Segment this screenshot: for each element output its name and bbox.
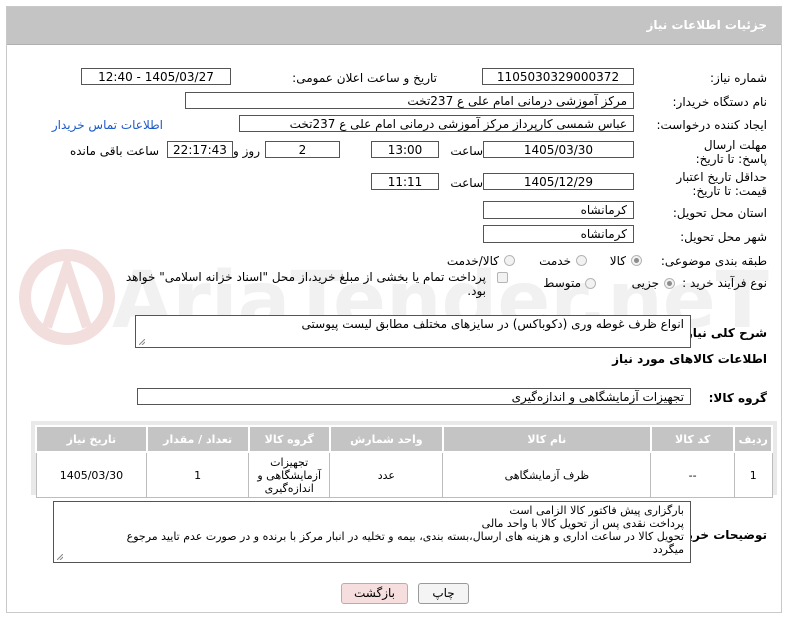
resize-grip-icon bbox=[139, 339, 145, 345]
announce-datetime-field: 1405/03/27 - 12:40 bbox=[81, 68, 231, 85]
category-option-service: خدمت bbox=[539, 254, 571, 268]
buyer-org-label: نام دستگاه خریدار: bbox=[672, 95, 768, 109]
reply-deadline-date-field: 1405/03/30 bbox=[483, 141, 634, 158]
reply-deadline-time-field: 13:00 bbox=[371, 141, 439, 158]
col-code: کد کالا bbox=[649, 425, 736, 453]
page: جزئیات اطلاعات نیاز AriaTender.neT شماره… bbox=[0, 0, 788, 619]
buyer-notes-line: میگردد bbox=[652, 543, 684, 556]
cell-unit: عدد bbox=[329, 451, 444, 498]
price-validity-time-field: 11:11 bbox=[371, 173, 439, 190]
cell-row: 1 bbox=[733, 451, 773, 498]
category-option-goods: کالا bbox=[609, 254, 626, 268]
buyer-notes-line: تحویل کالا در ساعت اداری و هزینه های ارس… bbox=[126, 530, 684, 543]
remaining-time-field: 22:17:43 bbox=[167, 141, 233, 158]
cell-name: ظرف آزمایشگاهی bbox=[442, 451, 652, 498]
print-button[interactable]: چاپ bbox=[418, 583, 469, 604]
price-validity-date-field: 1405/12/29 bbox=[483, 173, 634, 190]
resize-grip-icon bbox=[57, 554, 63, 560]
col-qty: تعداد / مقدار bbox=[145, 425, 250, 453]
summary-label: شرح کلی نیاز: bbox=[681, 326, 767, 340]
cell-group: تجهیزات آزمایشگاهی و اندازه‌گیری bbox=[248, 451, 331, 498]
treasury-payment-checkbox[interactable] bbox=[497, 272, 508, 283]
summary-text: انواع ظرف غوطه وری (دکوباکس) در سایزهای … bbox=[301, 317, 684, 331]
table-header-row: ردیف کد کالا نام کالا واحد شمارش گروه کا… bbox=[35, 425, 773, 453]
items-table: ردیف کد کالا نام کالا واحد شمارش گروه کا… bbox=[35, 425, 773, 498]
buyer-notes-textarea[interactable]: بارگزاری پیش فاکتور کالا الزامی است پردا… bbox=[53, 501, 691, 563]
col-group: گروه کالا bbox=[247, 425, 331, 453]
buyer-org-field: مرکز آموزشی درمانی امام علی ع 237تخت bbox=[185, 92, 634, 109]
category-radio-goods[interactable] bbox=[631, 255, 642, 266]
summary-textarea[interactable]: انواع ظرف غوطه وری (دکوباکس) در سایزهای … bbox=[135, 315, 691, 348]
goods-section-title: اطلاعات کالاهای مورد نیاز bbox=[612, 352, 767, 366]
category-label: طبقه بندی موضوعی: bbox=[660, 254, 767, 268]
category-radio-service[interactable] bbox=[576, 255, 587, 266]
col-name: نام کالا bbox=[441, 425, 652, 453]
cell-qty: 1 bbox=[146, 451, 250, 498]
table-row: 1 -- ظرف آزمایشگاهی عدد تجهیزات آزمایشگا… bbox=[35, 451, 773, 498]
announce-datetime-label: تاریخ و ساعت اعلان عمومی: bbox=[292, 71, 437, 85]
cell-date: 1405/03/30 bbox=[35, 451, 148, 498]
remaining-days-label: روز و bbox=[233, 144, 260, 158]
price-validity-time-label: ساعت bbox=[450, 176, 483, 190]
need-number-label: شماره نیاز: bbox=[710, 71, 767, 85]
price-validity-label: حداقل تاریخ اعتبار قیمت: تا تاریخ: bbox=[676, 170, 767, 198]
goods-group-field: تجهیزات آزمایشگاهی و اندازه‌گیری bbox=[137, 388, 691, 405]
need-number-field: 1105030329000372 bbox=[482, 68, 634, 85]
buyer-notes-line: پرداخت نقدی پس از تحویل کالا با واحد مال… bbox=[481, 517, 684, 530]
buyer-notes-line: بارگزاری پیش فاکتور کالا الزامی است bbox=[509, 504, 684, 517]
page-title: جزئیات اطلاعات نیاز bbox=[646, 18, 767, 32]
back-button[interactable]: بازگشت bbox=[341, 583, 408, 604]
category-radio-goods-service[interactable] bbox=[504, 255, 515, 266]
process-option-minor: جزیی bbox=[631, 276, 659, 290]
delivery-province-label: استان محل تحویل: bbox=[672, 206, 767, 220]
reply-deadline-label: مهلت ارسال پاسخ: تا تاریخ: bbox=[695, 138, 767, 166]
col-unit: واحد شمارش bbox=[328, 425, 444, 453]
delivery-province-field: کرمانشاه bbox=[483, 201, 634, 219]
requester-label: ایجاد کننده درخواست: bbox=[656, 118, 767, 132]
cell-code: -- bbox=[650, 451, 735, 498]
delivery-city-field: کرمانشاه bbox=[483, 225, 634, 243]
process-type-label: نوع فرآیند خرید : bbox=[682, 276, 767, 290]
panel-header: جزئیات اطلاعات نیاز bbox=[7, 7, 781, 45]
requester-field: عباس شمسی کارپرداز مرکز آموزشی درمانی ام… bbox=[239, 115, 634, 132]
remaining-days-field: 2 bbox=[265, 141, 340, 158]
buyer-contact-link[interactable]: اطلاعات تماس خریدار bbox=[52, 118, 163, 132]
delivery-city-label: شهر محل تحویل: bbox=[680, 230, 767, 244]
treasury-payment-note: پرداخت تمام یا بخشی از مبلغ خرید،از محل … bbox=[125, 270, 486, 298]
col-date: تاریخ نیاز bbox=[35, 425, 148, 453]
remaining-time-label: ساعت باقی مانده bbox=[69, 144, 159, 158]
goods-group-label: گروه کالا: bbox=[708, 391, 767, 405]
process-radio-medium[interactable] bbox=[585, 278, 596, 289]
col-row: ردیف bbox=[733, 425, 773, 453]
process-option-medium: متوسط bbox=[543, 276, 581, 290]
process-radio-minor[interactable] bbox=[664, 278, 675, 289]
details-panel: جزئیات اطلاعات نیاز AriaTender.neT شماره… bbox=[6, 6, 782, 613]
category-option-goods-service: کالا/خدمت bbox=[446, 254, 499, 268]
reply-deadline-time-label: ساعت bbox=[450, 144, 483, 158]
